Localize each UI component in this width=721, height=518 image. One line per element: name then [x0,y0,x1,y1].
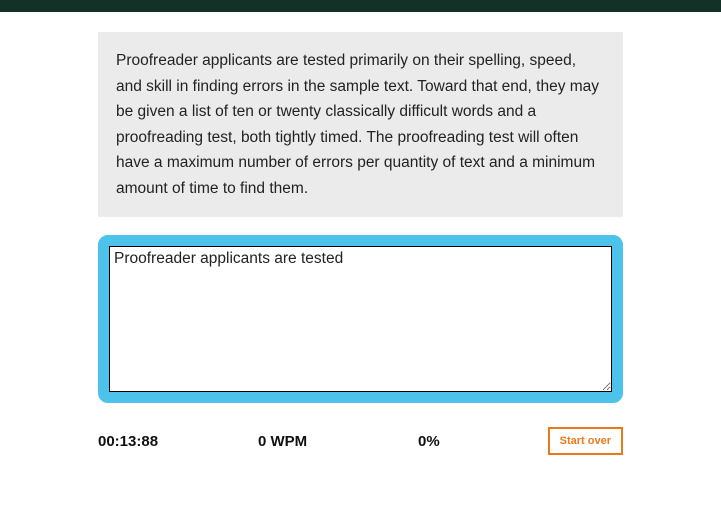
main-container: Proofreader applicants are tested primar… [0,12,721,455]
top-bar [0,0,721,12]
sample-text: Proofreader applicants are tested primar… [116,52,599,197]
stats-row: 00:13:88 0 WPM 0% Start over [98,427,623,455]
start-over-button[interactable]: Start over [548,427,623,455]
typing-input[interactable] [109,246,612,392]
sample-text-box: Proofreader applicants are tested primar… [98,32,623,217]
timer-display: 00:13:88 [98,433,258,450]
wpm-display: 0 WPM [258,433,418,450]
typing-input-wrapper [98,235,623,403]
accuracy-display: 0% [418,433,548,450]
